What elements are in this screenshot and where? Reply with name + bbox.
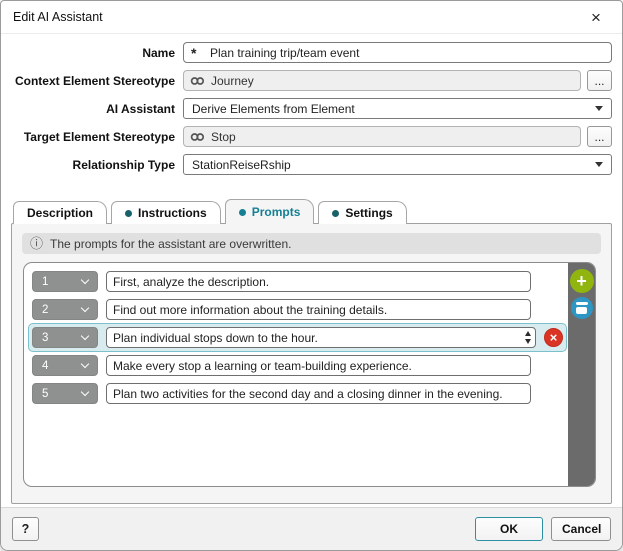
tab-description-label: Description [27,206,94,220]
prompt-5-number-select[interactable]: 5 [32,383,98,404]
prompt-1-number-select[interactable]: 1 [32,271,98,292]
target-stereotype-label: Target Element Stereotype [23,129,175,144]
relationship-type-row: Relationship Type StationReiseRship [11,154,612,175]
delete-prompt-button[interactable]: × [544,328,563,347]
dialog-title: Edit AI Assistant [13,10,103,24]
edit-ai-assistant-dialog: Edit AI Assistant × Name * Context Eleme… [0,0,623,551]
prompt-4-number: 4 [42,359,49,372]
dropdown-arrow-icon [595,162,603,167]
required-asterisk-icon: * [191,45,197,61]
tab-instructions-label: Instructions [138,206,207,220]
trash-icon [575,302,588,314]
dropdown-arrow-icon [595,106,603,111]
spinner-down-button[interactable] [525,339,531,345]
name-label: Name [142,45,175,60]
info-icon: ⓘ [30,236,44,251]
target-stereotype-field: Stop [183,126,581,147]
name-row: Name * [11,42,612,63]
tab-bullet-icon [238,208,246,216]
prompt-5-number: 5 [42,387,49,400]
dialog-body: Name * Context Element Stereotype Journe… [1,34,622,507]
prompt-row-1: 1 [32,271,531,292]
close-button[interactable]: × [582,5,610,29]
target-stereotype-value: Stop [211,129,236,144]
info-text: The prompts for the assistant are overwr… [50,236,292,251]
tab-settings[interactable]: Settings [318,201,407,224]
ai-assistant-select[interactable]: Derive Elements from Element [183,98,612,119]
context-stereotype-label: Context Element Stereotype [14,73,175,88]
prompt-2-number: 2 [42,303,49,316]
prompt-row-4: 4 [32,355,531,376]
close-icon: × [591,7,601,27]
prompt-row-5: 5 [32,383,531,404]
prompt-1-text-input[interactable] [106,271,531,292]
prompt-row-3-selected: 3 × [28,323,567,352]
cancel-button[interactable]: Cancel [551,517,611,541]
prompts-panel: ⓘ The prompts for the assistant are over… [11,223,612,504]
prompt-4-text-input[interactable] [106,355,531,376]
link-icon [190,76,205,85]
relationship-type-select[interactable]: StationReiseRship [183,154,612,175]
ai-assistant-value: Derive Elements from Element [192,101,355,116]
prompt-row-2: 2 [32,299,531,320]
tab-prompts-label: Prompts [251,205,301,219]
context-stereotype-row: Context Element Stereotype Journey ... [11,70,612,91]
context-stereotype-browse-button[interactable]: ... [587,70,612,91]
tab-bullet-icon [125,209,133,217]
ai-assistant-row: AI Assistant Derive Elements from Elemen… [11,98,612,119]
prompt-actions-strip: + [568,263,595,486]
prompt-list: 1 2 3 [23,262,596,487]
arrow-up-icon [525,331,531,336]
relationship-type-value: StationReiseRship [192,157,291,172]
spinner-up-button[interactable] [525,331,531,337]
plus-icon: + [576,271,587,291]
prompt-1-number: 1 [42,275,49,288]
tab-instructions[interactable]: Instructions [111,201,221,224]
ok-button[interactable]: OK [475,517,543,541]
tab-settings-label: Settings [345,206,393,220]
prompt-3-number: 3 [42,331,49,344]
prompt-3-number-select[interactable]: 3 [32,327,98,348]
name-input[interactable] [183,42,612,63]
help-button[interactable]: ? [12,517,39,541]
title-bar: Edit AI Assistant × [1,1,622,34]
arrow-down-icon [525,339,531,344]
prompt-5-text-input[interactable] [106,383,531,404]
info-bar: ⓘ The prompts for the assistant are over… [22,233,601,254]
prompt-3-text-input[interactable] [106,327,536,348]
ai-assistant-label: AI Assistant [106,101,175,116]
prompt-2-text-input[interactable] [106,299,531,320]
reorder-spinner [525,327,531,348]
context-stereotype-field: Journey [183,70,581,91]
link-icon [190,132,205,141]
tab-prompts[interactable]: Prompts [224,199,315,224]
target-stereotype-browse-button[interactable]: ... [587,126,612,147]
chevron-down-icon [80,303,90,313]
tab-strip: Description Instructions Prompts Setting… [11,199,612,224]
chevron-down-icon [80,275,90,285]
add-prompt-button[interactable]: + [569,269,594,293]
prompt-4-number-select[interactable]: 4 [32,355,98,376]
context-stereotype-value: Journey [211,73,254,88]
tabs-area: Description Instructions Prompts Setting… [11,199,612,504]
tab-description[interactable]: Description [13,201,108,224]
chevron-down-icon [80,331,90,341]
footer-bar: ? OK Cancel [1,507,622,550]
relationship-type-label: Relationship Type [72,157,175,172]
delete-x-icon: × [549,330,558,345]
chevron-down-icon [80,359,90,369]
chevron-down-icon [80,387,90,397]
tab-bullet-icon [332,209,340,217]
target-stereotype-row: Target Element Stereotype Stop ... [11,126,612,147]
prompt-2-number-select[interactable]: 2 [32,299,98,320]
delete-prompts-button[interactable] [570,297,593,319]
